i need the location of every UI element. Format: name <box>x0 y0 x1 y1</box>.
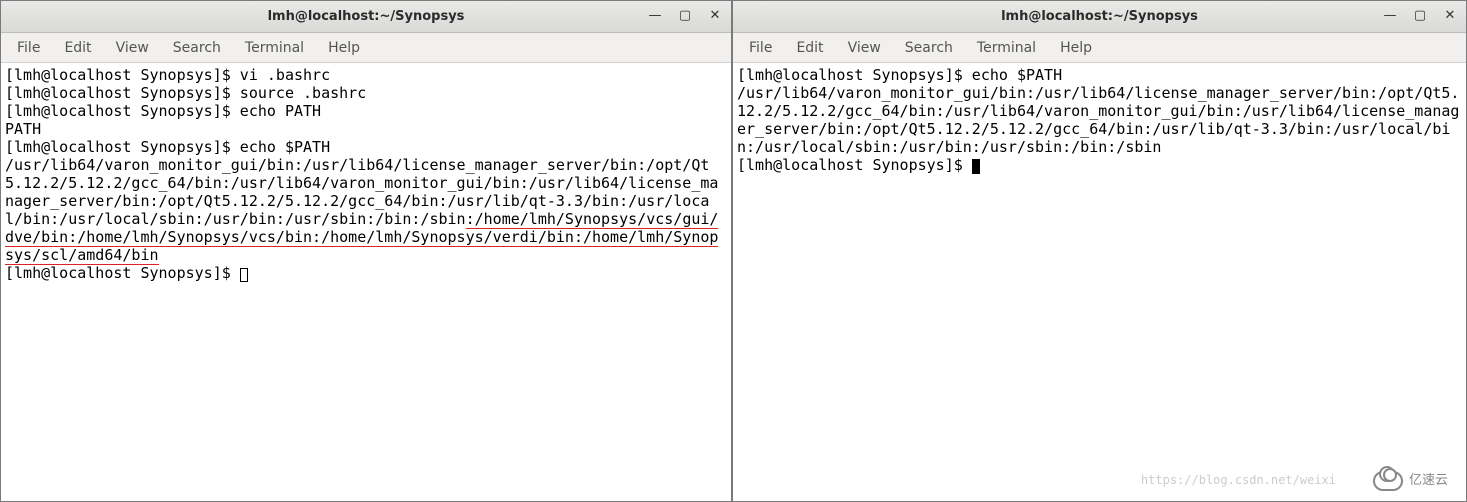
menu-search[interactable]: Search <box>163 36 231 60</box>
close-icon[interactable]: ✕ <box>705 5 725 25</box>
terminal-line: [lmh@localhost Synopsys]$ vi .bashrc <box>5 66 330 84</box>
cursor-icon <box>240 268 248 282</box>
titlebar-right[interactable]: lmh@localhost:~/Synopsys — ▢ ✕ <box>733 1 1466 33</box>
menubar-right: File Edit View Search Terminal Help <box>733 33 1466 63</box>
menu-search[interactable]: Search <box>895 36 963 60</box>
cursor-icon <box>972 159 980 174</box>
terminal-window-right: lmh@localhost:~/Synopsys — ▢ ✕ File Edit… <box>732 0 1467 502</box>
maximize-icon[interactable]: ▢ <box>1410 5 1430 25</box>
minimize-icon[interactable]: — <box>1380 5 1400 25</box>
menu-help[interactable]: Help <box>318 36 370 60</box>
terminal-prompt: [lmh@localhost Synopsys]$ <box>737 156 972 174</box>
terminal-line: [lmh@localhost Synopsys]$ echo $PATH <box>5 138 330 156</box>
terminal-line: /usr/lib64/varon_monitor_gui/bin:/usr/li… <box>737 84 1459 156</box>
menu-file[interactable]: File <box>7 36 50 60</box>
terminal-window-left: lmh@localhost:~/Synopsys — ▢ ✕ File Edit… <box>0 0 732 502</box>
terminal-body-left[interactable]: [lmh@localhost Synopsys]$ vi .bashrc [lm… <box>1 63 731 501</box>
window-title: lmh@localhost:~/Synopsys <box>1 9 731 24</box>
menubar-left: File Edit View Search Terminal Help <box>1 33 731 63</box>
terminal-line: [lmh@localhost Synopsys]$ echo $PATH <box>737 66 1062 84</box>
terminal-body-right[interactable]: [lmh@localhost Synopsys]$ echo $PATH /us… <box>733 63 1466 501</box>
menu-view[interactable]: View <box>838 36 891 60</box>
window-title: lmh@localhost:~/Synopsys <box>733 9 1466 24</box>
watermark: 亿速云 <box>1373 471 1448 491</box>
menu-file[interactable]: File <box>739 36 782 60</box>
maximize-icon[interactable]: ▢ <box>675 5 695 25</box>
menu-edit[interactable]: Edit <box>54 36 101 60</box>
minimize-icon[interactable]: — <box>645 5 665 25</box>
window-controls: — ▢ ✕ <box>645 5 725 25</box>
close-icon[interactable]: ✕ <box>1440 5 1460 25</box>
cloud-icon <box>1373 471 1403 491</box>
menu-edit[interactable]: Edit <box>786 36 833 60</box>
terminal-line: [lmh@localhost Synopsys]$ echo PATH <box>5 102 321 120</box>
menu-terminal[interactable]: Terminal <box>235 36 314 60</box>
watermark-text: 亿速云 <box>1409 472 1448 490</box>
window-controls: — ▢ ✕ <box>1380 5 1460 25</box>
terminal-line: [lmh@localhost Synopsys]$ source .bashrc <box>5 84 366 102</box>
titlebar-left[interactable]: lmh@localhost:~/Synopsys — ▢ ✕ <box>1 1 731 33</box>
menu-help[interactable]: Help <box>1050 36 1102 60</box>
terminal-prompt: [lmh@localhost Synopsys]$ <box>5 264 240 282</box>
faint-watermark-text: https://blog.csdn.net/weixi <box>1141 471 1336 489</box>
terminal-line: PATH <box>5 120 41 138</box>
menu-view[interactable]: View <box>106 36 159 60</box>
menu-terminal[interactable]: Terminal <box>967 36 1046 60</box>
